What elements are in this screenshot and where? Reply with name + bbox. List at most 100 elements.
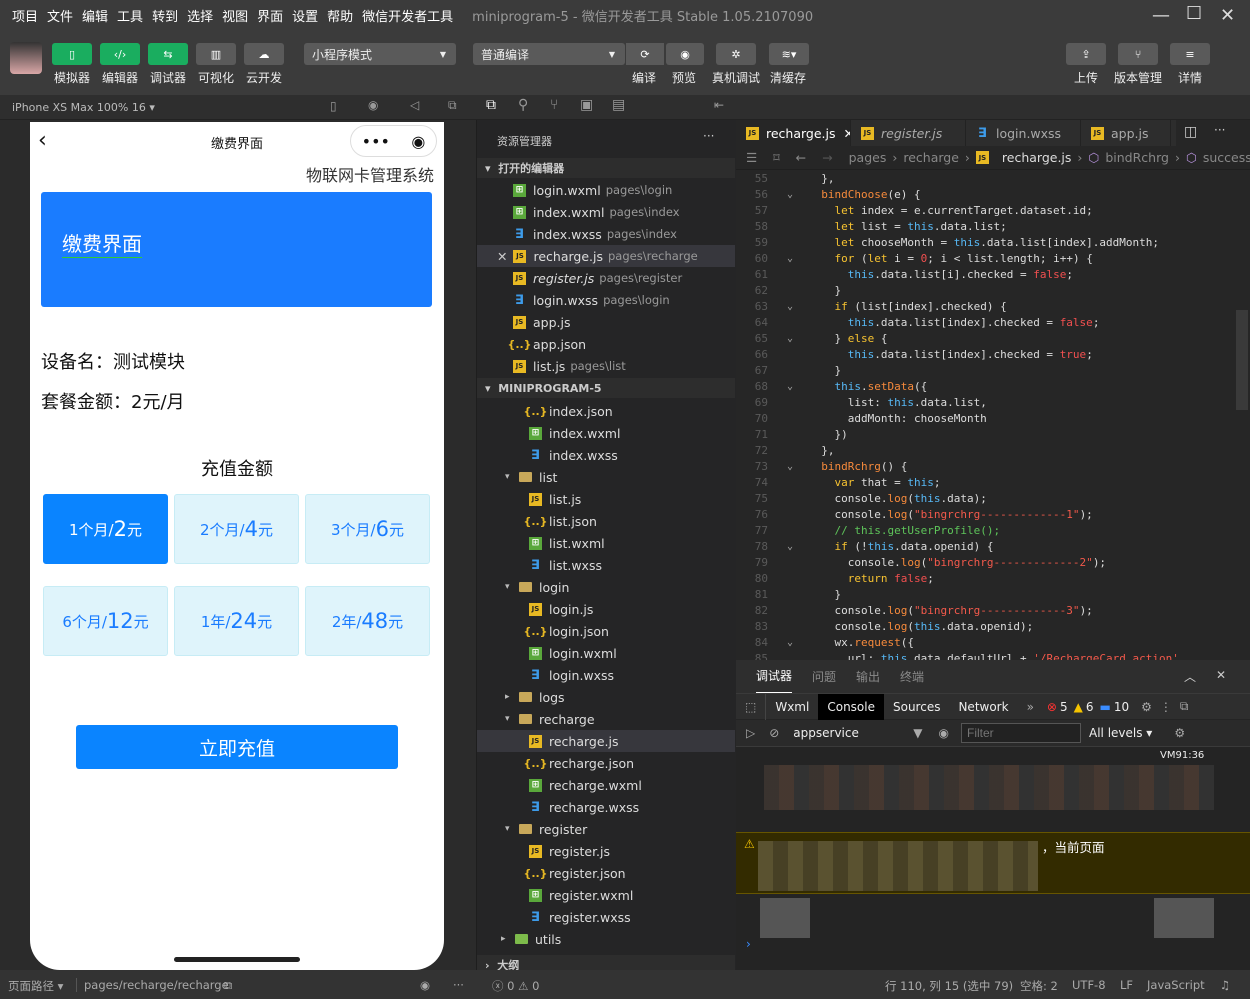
tree-file[interactable]: ∃ recharge.wxss (477, 796, 735, 818)
close-icon[interactable]: ✕ (497, 249, 507, 264)
extensions-icon[interactable]: ▣ (580, 97, 593, 113)
menu-item[interactable]: 工具 (117, 6, 143, 25)
git-icon[interactable]: ⑂ (550, 97, 558, 113)
eye-icon[interactable]: ◉ (420, 978, 430, 992)
list-icon[interactable]: ☰ (746, 150, 757, 165)
log-source[interactable]: VM91:36 (1160, 750, 1204, 761)
devtools-tab[interactable]: 终端 (900, 668, 924, 685)
gear-icon[interactable]: ⚙ (1141, 700, 1152, 714)
menu-item[interactable]: 微信开发者工具 (362, 6, 453, 25)
close-icon[interactable]: ✕ (1216, 668, 1226, 682)
cloud-toggle-button[interactable]: ☁ (244, 43, 284, 65)
breadcrumb-item[interactable]: bindRchrg (1105, 150, 1169, 165)
devtools-tab[interactable]: 输出 (856, 668, 880, 685)
eol[interactable]: LF (1120, 978, 1133, 992)
tree-file[interactable]: {..} register.json (477, 862, 735, 884)
dock-icon[interactable]: ⧉ (1180, 699, 1189, 714)
tree-file[interactable]: ∃ register.wxss (477, 906, 735, 928)
tree-folder[interactable]: ▾ recharge (477, 708, 735, 730)
avatar[interactable] (10, 42, 42, 74)
fold-chevron-icon[interactable]: ⌄ (772, 541, 808, 552)
tree-file[interactable]: {..} list.json (477, 510, 735, 532)
fold-chevron-icon[interactable]: ⌄ (772, 189, 808, 200)
record-icon[interactable]: ◉ (368, 98, 378, 112)
open-editor-item[interactable]: JS list.js pages\list (477, 355, 735, 377)
files-icon[interactable]: ⧉ (486, 97, 496, 113)
split-editor-icon[interactable]: ◫ (1184, 124, 1197, 140)
open-editor-item[interactable]: ∃ index.wxss pages\index (477, 223, 735, 245)
bookmark-icon[interactable]: ⌑ (773, 150, 779, 165)
menu-item[interactable]: 编辑 (82, 6, 108, 25)
open-editor-item[interactable]: {..} app.json (477, 333, 735, 355)
storage-icon[interactable]: ▤ (612, 97, 625, 113)
more-icon[interactable]: ••• (362, 132, 390, 151)
tree-file[interactable]: {..} login.json (477, 620, 735, 642)
tree-file[interactable]: ∃ login.wxss (477, 664, 735, 686)
menu-item[interactable]: 文件 (47, 6, 73, 25)
open-editor-item[interactable]: ⊞ index.wxml pages\index (477, 201, 735, 223)
panel-tab[interactable]: Sources (884, 694, 949, 720)
editor-scrollbar[interactable] (1236, 310, 1248, 410)
tree-folder[interactable]: ▾ register (477, 818, 735, 840)
panel-tab[interactable]: Wxml (766, 694, 818, 720)
search-icon[interactable]: ⚲ (518, 97, 528, 113)
fold-chevron-icon[interactable]: ⌄ (772, 381, 808, 392)
chevron-up-icon[interactable]: ︿ (1184, 668, 1196, 685)
upload-button[interactable]: ⇪ (1066, 43, 1106, 65)
devtools-tab[interactable]: 问题 (812, 668, 836, 685)
tree-file[interactable]: ⊞ list.wxml (477, 532, 735, 554)
tree-file[interactable]: {..} index.json (477, 400, 735, 422)
tree-file[interactable]: ⊞ register.wxml (477, 884, 735, 906)
copy-icon[interactable]: ⧉ (224, 978, 232, 993)
panel-tab[interactable]: Network (949, 694, 1017, 720)
fold-chevron-icon[interactable]: ⌄ (772, 301, 808, 312)
code-toggle-button[interactable]: ‹/› (100, 43, 140, 65)
open-editor-item[interactable]: ⊞ login.wxml pages\login (477, 179, 735, 201)
code-area[interactable]: 55 }, 56 ⌄ bindChoose(e) {57 let index = e… (736, 170, 1236, 682)
menu-item[interactable]: 转到 (152, 6, 178, 25)
open-editor-item[interactable]: JS app.js (477, 311, 735, 333)
menu-item[interactable]: 视图 (222, 6, 248, 25)
recharge-option[interactable]: 3个月/6 元 (305, 494, 430, 564)
menu-item[interactable]: 设置 (292, 6, 318, 25)
menu-item[interactable]: 项目 (12, 6, 38, 25)
language-mode[interactable]: JavaScript (1147, 978, 1205, 992)
filter-input[interactable] (961, 723, 1082, 743)
tree-file[interactable]: ⊞ index.wxml (477, 422, 735, 444)
details-button[interactable]: ≡ (1170, 43, 1210, 65)
console-prompt-icon[interactable]: › (746, 937, 751, 951)
version-button[interactable]: ⑂ (1118, 43, 1158, 65)
problems-count[interactable]: ⓧ 0 ⚠ 0 (492, 978, 539, 994)
clear-console-icon[interactable]: ⊘ (769, 726, 779, 740)
breadcrumb-item[interactable]: pages (849, 150, 887, 165)
window-icon[interactable]: ⧉ (448, 98, 457, 113)
debug-toggle-button[interactable]: ⇆ (148, 43, 188, 65)
devtools-tab[interactable]: 调试器 (756, 659, 793, 694)
tree-file[interactable]: ⊞ recharge.wxml (477, 774, 735, 796)
tree-folder[interactable]: ▾ login (477, 576, 735, 598)
more-tabs-icon[interactable]: » (1018, 694, 1043, 720)
message-counts[interactable]: ⊗ 5 ▲ 6 ▬ 10 (1043, 700, 1133, 714)
preview-button[interactable]: ◉ (666, 43, 704, 65)
fold-chevron-icon[interactable]: ⌄ (772, 253, 808, 264)
context-select[interactable]: appservice (793, 726, 913, 740)
more-icon[interactable]: ··· (703, 129, 714, 143)
forward-icon[interactable]: → (822, 150, 832, 165)
kebab-icon[interactable]: ⋮ (1152, 700, 1180, 714)
minimize-button[interactable]: — (1152, 5, 1170, 26)
tree-file[interactable]: ∃ list.wxss (477, 554, 735, 576)
open-editor-item[interactable]: JS register.js pages\register (477, 267, 735, 289)
tree-file[interactable]: JS list.js (477, 488, 735, 510)
tree-file[interactable]: ∃ index.wxss (477, 444, 735, 466)
tree-file[interactable]: ⊞ login.wxml (477, 642, 735, 664)
breadcrumb-item[interactable]: recharge.js (1002, 150, 1072, 165)
open-editor-item[interactable]: ∃ login.wxss pages\login (477, 289, 735, 311)
tree-folder[interactable]: ▾ list (477, 466, 735, 488)
device-select[interactable]: iPhone XS Max 100% 16 ▾ (12, 101, 155, 114)
maximize-button[interactable]: ☐ (1186, 3, 1202, 24)
menu-item[interactable]: 界面 (257, 6, 283, 25)
back-icon[interactable]: ← (796, 150, 806, 165)
recharge-option[interactable]: 1年/24 元 (174, 586, 299, 656)
phone-icon[interactable]: ▯ (330, 99, 337, 113)
project-header[interactable]: ▾ MINIPROGRAM-5 (477, 378, 735, 398)
